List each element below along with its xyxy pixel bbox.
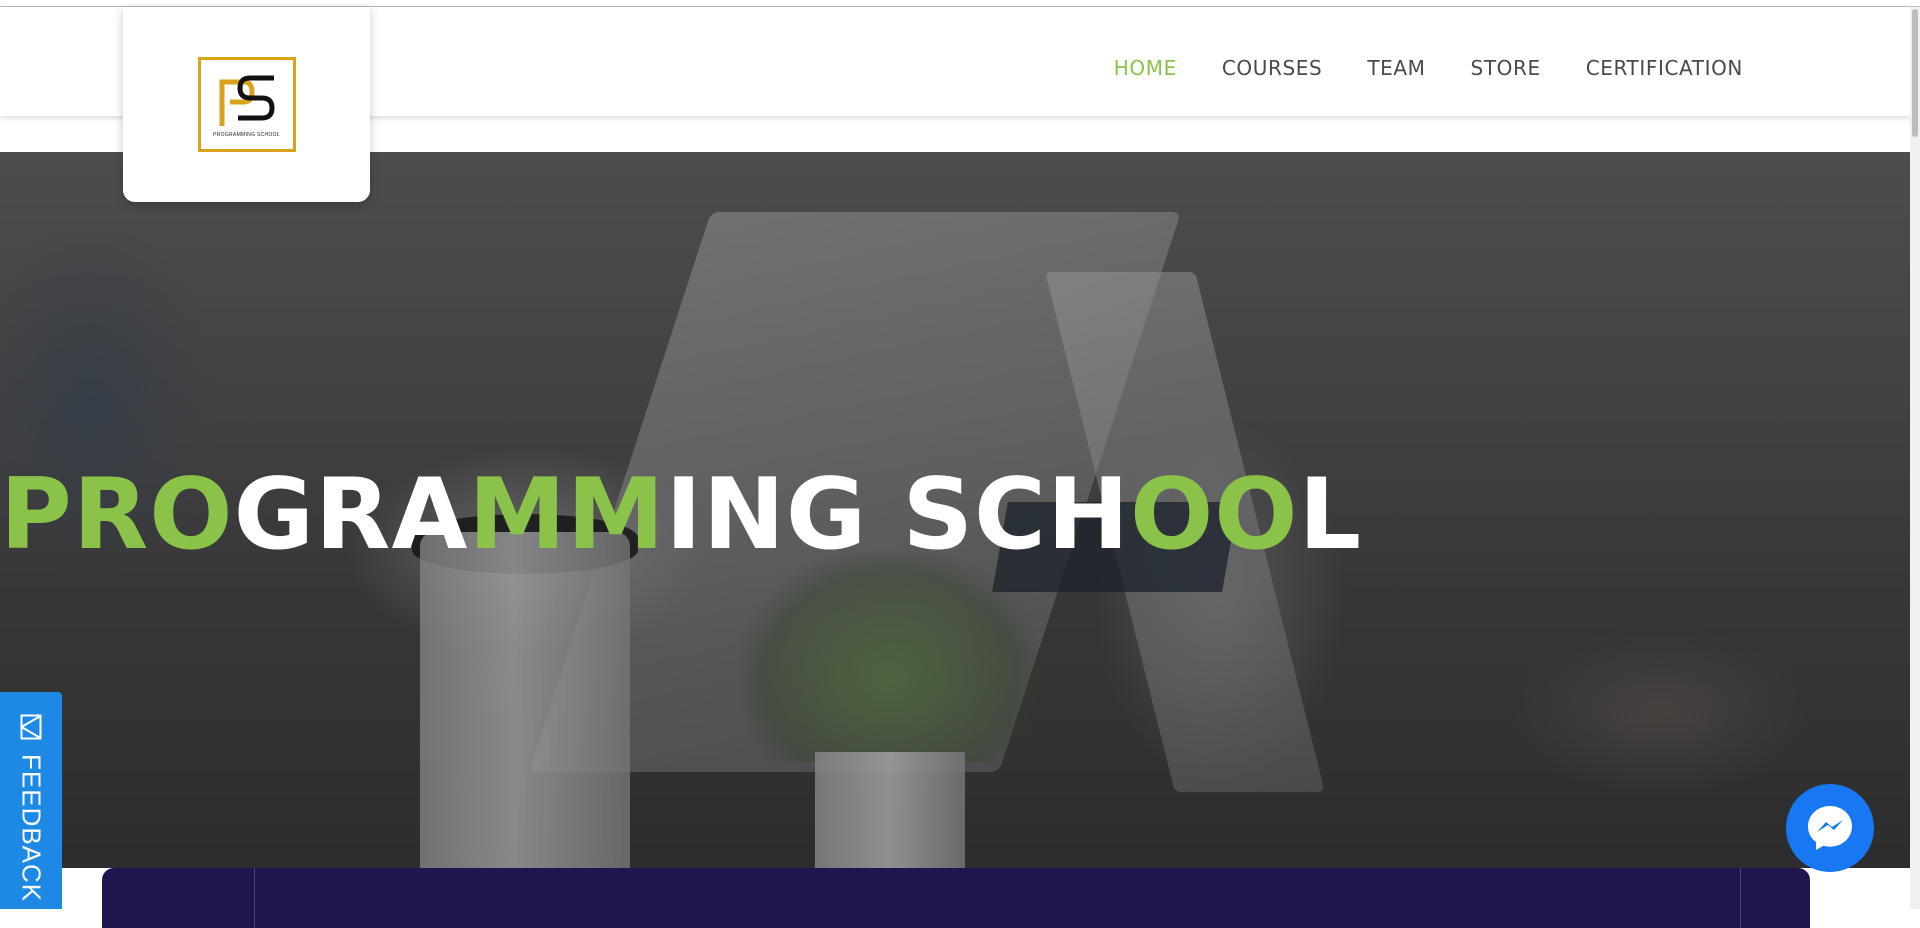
scrollbar-thumb[interactable]	[1912, 9, 1918, 137]
main-nav: HOME COURSES TEAM STORE CERTIFICATION	[1114, 7, 1743, 116]
hero-title-part: PRO	[0, 457, 234, 572]
feedback-tab[interactable]: FEEDBACK	[0, 692, 62, 909]
messenger-icon	[1808, 806, 1852, 850]
nav-team[interactable]: TEAM	[1367, 44, 1425, 80]
bar-divider	[254, 868, 255, 928]
logo-card[interactable]: PROGRAMMING SCHOOL	[123, 7, 370, 202]
page-scrollbar[interactable]	[1910, 7, 1920, 909]
browser-top-rule	[0, 0, 1920, 7]
hero-title-part: L	[1298, 457, 1363, 572]
hero-title-part: MM	[468, 457, 666, 572]
hero-title-part: GRA	[233, 457, 469, 572]
nav-store[interactable]: STORE	[1471, 44, 1541, 80]
site-logo[interactable]: PROGRAMMING SCHOOL	[197, 57, 296, 152]
nav-certification[interactable]: CERTIFICATION	[1586, 44, 1743, 80]
nav-courses[interactable]: COURSES	[1222, 44, 1322, 80]
hero-title-part: OO	[1129, 457, 1299, 572]
hero-title-part: ING SCH	[665, 457, 1130, 572]
logo-caption: PROGRAMMING SCHOOL	[213, 131, 280, 138]
ps-logo-mark	[219, 75, 275, 126]
bottom-info-bar	[102, 868, 1810, 928]
feedback-label: FEEDBACK	[16, 754, 47, 903]
hero-banner: PROGRAMMING SCHOOL	[0, 152, 1910, 868]
messenger-chat-button[interactable]	[1786, 784, 1874, 872]
bar-divider	[1740, 868, 1741, 928]
feedback-icon	[20, 714, 42, 740]
nav-home[interactable]: HOME	[1114, 44, 1177, 80]
hero-title: PROGRAMMING SCHOOL	[0, 457, 1361, 572]
